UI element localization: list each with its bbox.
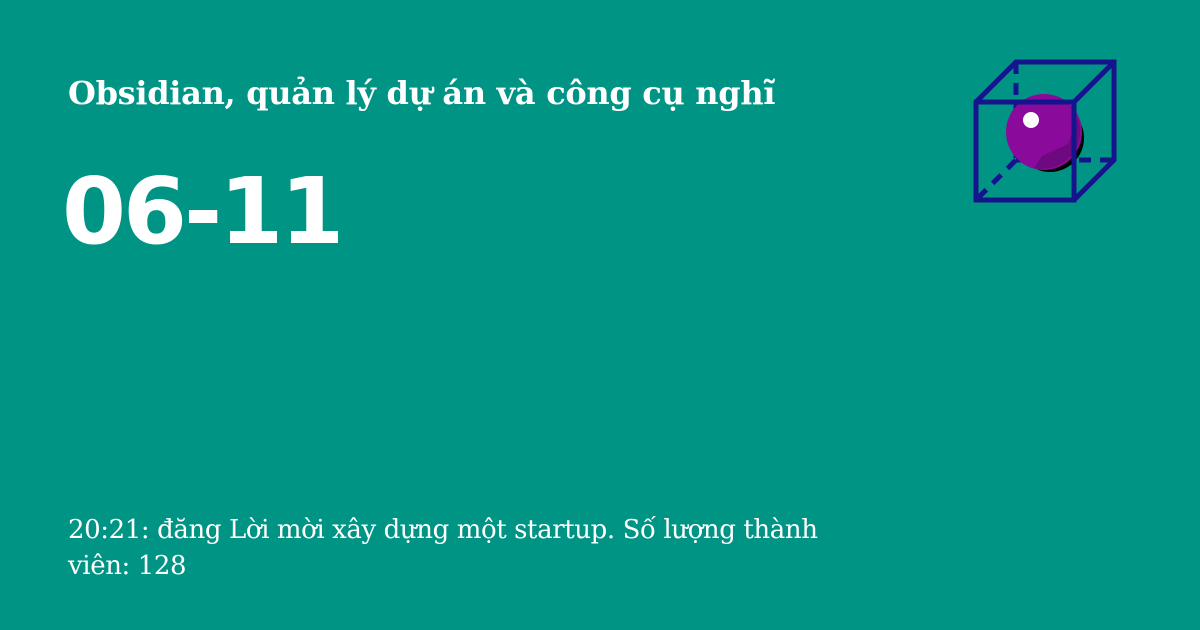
og-card: Obsidian, quản lý dự án và công cụ nghĩ …	[0, 0, 1200, 630]
cube-sphere-logo-icon	[964, 52, 1128, 216]
post-info: 20:21: đăng Lời mời xây dựng một startup…	[68, 515, 818, 581]
post-date: 06-11	[62, 158, 344, 265]
site-title: Obsidian, quản lý dự án và công cụ nghĩ	[68, 74, 776, 112]
